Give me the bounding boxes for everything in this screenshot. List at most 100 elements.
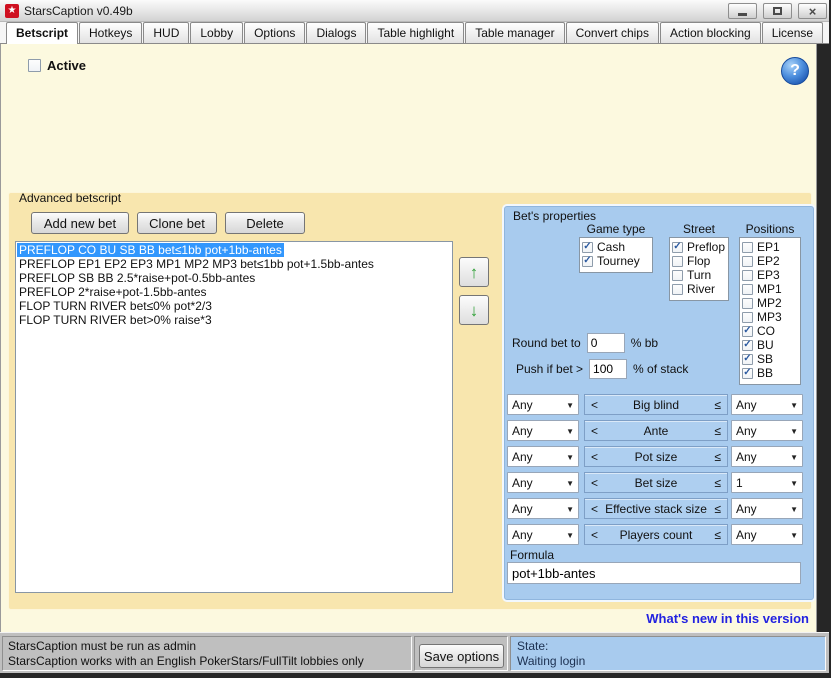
- tab-lobby[interactable]: Lobby: [190, 22, 243, 43]
- bet-properties-group: Bet's properties Game type Street Positi…: [504, 206, 814, 600]
- bet-list-item[interactable]: FLOP TURN RIVER bet>0% raise*3: [17, 313, 452, 327]
- app-icon: ★: [5, 4, 19, 18]
- check-icon: ✓: [743, 353, 751, 364]
- checkbox-mp2[interactable]: ✓MP2: [742, 296, 798, 310]
- bet-size-max-select[interactable]: 1▼: [731, 472, 803, 493]
- big-blind-condition-label: <Big blind≤: [584, 394, 728, 415]
- active-checkbox-box[interactable]: ✓: [28, 59, 41, 72]
- checkbox-mp1[interactable]: ✓MP1: [742, 282, 798, 296]
- dropdown-arrow-icon: ▼: [790, 453, 798, 462]
- move-down-button[interactable]: ↓: [459, 295, 489, 325]
- pot-size-max-select[interactable]: Any▼: [731, 446, 803, 467]
- checkbox-sb[interactable]: ✓SB: [742, 352, 798, 366]
- condition-row-ante: Any▼ <Ante≤ Any▼: [507, 420, 813, 441]
- checkbox-co[interactable]: ✓CO: [742, 324, 798, 338]
- big-blind-max-select[interactable]: Any▼: [731, 394, 803, 415]
- minimize-button[interactable]: [728, 3, 757, 19]
- tab-table-highlight[interactable]: Table highlight: [367, 22, 464, 43]
- checkbox-river[interactable]: ✓River: [672, 282, 726, 296]
- push-if-input[interactable]: [589, 359, 627, 379]
- check-icon: ✓: [583, 255, 591, 266]
- tab-convert-chips[interactable]: Convert chips: [566, 22, 659, 43]
- save-options-button[interactable]: Save options: [419, 644, 504, 668]
- condition-row-effective-stack: Any▼ <Effective stack size≤ Any▼: [507, 498, 813, 519]
- ante-min-select[interactable]: Any▼: [507, 420, 579, 441]
- checkbox-cash[interactable]: ✓Cash: [582, 240, 650, 254]
- positions-header: Positions: [739, 222, 801, 236]
- bet-list-item[interactable]: PREFLOP CO BU SB BB bet≤1bb pot+1bb-ante…: [17, 243, 452, 257]
- tab-hotkeys[interactable]: Hotkeys: [79, 22, 142, 43]
- tab-table-manager[interactable]: Table manager: [465, 22, 564, 43]
- checkbox-bu[interactable]: ✓BU: [742, 338, 798, 352]
- effective-stack-max-select[interactable]: Any▼: [731, 498, 803, 519]
- clone-bet-button[interactable]: Clone bet: [137, 212, 217, 234]
- checkbox-turn[interactable]: ✓Turn: [672, 268, 726, 282]
- dropdown-arrow-icon: ▼: [790, 531, 798, 540]
- move-up-button[interactable]: ↑: [459, 257, 489, 287]
- dropdown-arrow-icon: ▼: [566, 479, 574, 488]
- help-icon[interactable]: ?: [781, 57, 809, 85]
- maximize-button[interactable]: [763, 3, 792, 19]
- bets-listbox[interactable]: PREFLOP CO BU SB BB bet≤1bb pot+1bb-ante…: [15, 241, 453, 593]
- checkbox-preflop[interactable]: ✓Preflop: [672, 240, 726, 254]
- down-arrow-icon: ↓: [470, 302, 479, 319]
- condition-row-pot-size: Any▼ <Pot size≤ Any▼: [507, 446, 813, 467]
- checkbox-ep1[interactable]: ✓EP1: [742, 240, 798, 254]
- bet-size-min-select[interactable]: Any▼: [507, 472, 579, 493]
- check-icon: ✓: [743, 325, 751, 336]
- checkbox-tourney[interactable]: ✓Tourney: [582, 254, 650, 268]
- checkbox-flop[interactable]: ✓Flop: [672, 254, 726, 268]
- street-box: ✓Preflop ✓Flop ✓Turn ✓River: [669, 237, 729, 301]
- screen: ★ StarsCaption v0.49b × Betscript Hotkey…: [0, 0, 831, 678]
- game-type-header: Game type: [579, 222, 653, 236]
- round-bet-input[interactable]: [587, 333, 625, 353]
- effective-stack-min-select[interactable]: Any▼: [507, 498, 579, 519]
- round-bet-label: Round bet to: [512, 336, 581, 350]
- checkbox-ep3[interactable]: ✓EP3: [742, 268, 798, 282]
- maximize-icon: [773, 7, 782, 15]
- checkbox-bb[interactable]: ✓BB: [742, 366, 798, 380]
- bet-list-item[interactable]: PREFLOP EP1 EP2 EP3 MP1 MP2 MP3 bet≤1bb …: [17, 257, 452, 271]
- status-messages: StarsCaption must be run as admin StarsC…: [2, 636, 412, 671]
- window-title: StarsCaption v0.49b: [24, 4, 133, 18]
- close-icon: ×: [809, 5, 817, 18]
- players-count-max-select[interactable]: Any▼: [731, 524, 803, 545]
- push-if-suffix: % of stack: [633, 362, 688, 376]
- tab-betscript[interactable]: Betscript: [6, 22, 78, 44]
- formula-input[interactable]: [507, 562, 801, 584]
- active-checkbox[interactable]: ✓ Active: [28, 58, 86, 73]
- window-controls: ×: [728, 3, 827, 19]
- tab-dialogs[interactable]: Dialogs: [306, 22, 366, 43]
- checkbox-ep2[interactable]: ✓EP2: [742, 254, 798, 268]
- betscript-pane: ✓ Active ? Advanced betscript Add new be…: [0, 44, 817, 632]
- dropdown-arrow-icon: ▼: [566, 531, 574, 540]
- tab-bar: Betscript Hotkeys HUD Lobby Options Dial…: [0, 22, 829, 44]
- players-count-min-select[interactable]: Any▼: [507, 524, 579, 545]
- condition-row-big-blind: Any▼ <Big blind≤ Any▼: [507, 394, 813, 415]
- round-bet-suffix: % bb: [631, 336, 658, 350]
- ante-max-select[interactable]: Any▼: [731, 420, 803, 441]
- close-button[interactable]: ×: [798, 3, 827, 19]
- ante-condition-label: <Ante≤: [584, 420, 728, 441]
- bet-properties-label: Bet's properties: [513, 209, 596, 223]
- bet-list-item[interactable]: FLOP TURN RIVER bet≤0% pot*2/3: [17, 299, 452, 313]
- big-blind-min-select[interactable]: Any▼: [507, 394, 579, 415]
- pot-size-condition-label: <Pot size≤: [584, 446, 728, 467]
- state-panel: State: Waiting login: [510, 636, 826, 671]
- delete-bet-button[interactable]: Delete: [225, 212, 305, 234]
- titlebar: ★ StarsCaption v0.49b ×: [0, 0, 829, 22]
- pot-size-min-select[interactable]: Any▼: [507, 446, 579, 467]
- tab-options[interactable]: Options: [244, 22, 305, 43]
- state-value: Waiting login: [517, 654, 819, 669]
- push-if-label: Push if bet >: [516, 362, 583, 376]
- tab-hud[interactable]: HUD: [143, 22, 189, 43]
- bet-list-item[interactable]: PREFLOP SB BB 2.5*raise+pot-0.5bb-antes: [17, 271, 452, 285]
- tab-action-blocking[interactable]: Action blocking: [660, 22, 761, 43]
- bet-list-item[interactable]: PREFLOP 2*raise+pot-1.5bb-antes: [17, 285, 452, 299]
- status-bar: StarsCaption must be run as admin StarsC…: [0, 632, 829, 673]
- tab-license[interactable]: License: [762, 22, 823, 43]
- whats-new-link[interactable]: What's new in this version: [646, 611, 809, 626]
- active-checkbox-label: Active: [47, 58, 86, 73]
- add-new-bet-button[interactable]: Add new bet: [31, 212, 129, 234]
- checkbox-mp3[interactable]: ✓MP3: [742, 310, 798, 324]
